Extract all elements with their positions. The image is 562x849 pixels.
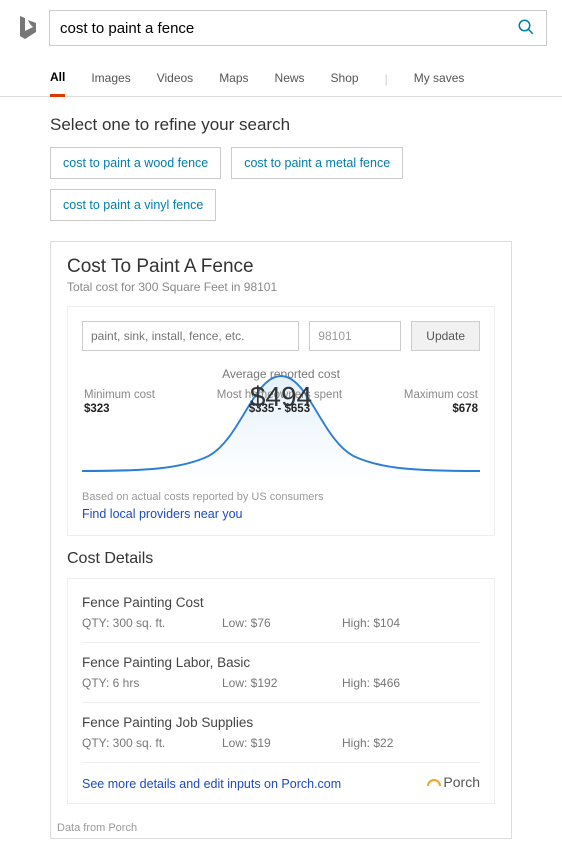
search-box — [49, 10, 547, 46]
refine-chips: cost to paint a wood fence cost to paint… — [50, 147, 512, 221]
search-input[interactable] — [50, 20, 506, 37]
cost-details-box: Fence Painting Cost QTY: 300 sq. ft. Low… — [67, 578, 495, 804]
search-tabs: All Images Videos Maps News Shop | My sa… — [0, 52, 562, 97]
search-icon — [517, 18, 535, 39]
detail-row: Fence Painting Labor, Basic QTY: 6 hrs L… — [82, 643, 480, 703]
detail-title: Fence Painting Labor, Basic — [82, 655, 480, 670]
detail-title: Fence Painting Cost — [82, 595, 480, 610]
tab-all[interactable]: All — [50, 62, 65, 97]
card-title: Cost To Paint A Fence — [67, 256, 495, 278]
tab-shop[interactable]: Shop — [331, 63, 359, 95]
find-providers-link[interactable]: Find local providers near you — [82, 507, 243, 521]
detail-title: Fence Painting Job Supplies — [82, 715, 480, 730]
detail-high: High: $22 — [342, 736, 393, 750]
card-subtitle: Total cost for 300 Square Feet in 98101 — [67, 280, 495, 294]
chip-wood-fence[interactable]: cost to paint a wood fence — [50, 147, 221, 179]
cost-details-heading: Cost Details — [67, 550, 495, 568]
refine-heading: Select one to refine your search — [50, 115, 512, 135]
detail-low: Low: $76 — [222, 616, 342, 630]
cost-card: Cost To Paint A Fence Total cost for 300… — [50, 241, 512, 839]
average-cost-value: $494 — [82, 381, 480, 413]
cost-widget: Update Average reported cost $494 Minimu… — [67, 306, 495, 536]
cost-footnote: Based on actual costs reported by US con… — [82, 491, 480, 503]
detail-row: Fence Painting Job Supplies QTY: 300 sq.… — [82, 703, 480, 763]
tab-separator: | — [385, 72, 388, 86]
porch-logo-text: Porch — [443, 774, 480, 790]
detail-row: Fence Painting Cost QTY: 300 sq. ft. Low… — [82, 583, 480, 643]
porch-more-link[interactable]: See more details and edit inputs on Porc… — [82, 777, 341, 791]
detail-qty: QTY: 6 hrs — [82, 676, 222, 690]
tab-maps[interactable]: Maps — [219, 63, 248, 95]
detail-low: Low: $19 — [222, 736, 342, 750]
card-footer: Data from Porch — [51, 818, 511, 838]
detail-high: High: $466 — [342, 676, 400, 690]
tab-videos[interactable]: Videos — [157, 63, 193, 95]
detail-qty: QTY: 300 sq. ft. — [82, 616, 222, 630]
tab-news[interactable]: News — [275, 63, 305, 95]
chip-metal-fence[interactable]: cost to paint a metal fence — [231, 147, 403, 179]
detail-high: High: $104 — [342, 616, 400, 630]
porch-arc-icon — [427, 774, 441, 790]
detail-qty: QTY: 300 sq. ft. — [82, 736, 222, 750]
chip-vinyl-fence[interactable]: cost to paint a vinyl fence — [50, 189, 216, 221]
porch-logo[interactable]: Porch — [427, 774, 480, 790]
tab-images[interactable]: Images — [91, 63, 130, 95]
tab-mysaves[interactable]: My saves — [414, 63, 465, 95]
search-button[interactable] — [506, 10, 546, 46]
bing-logo[interactable] — [15, 14, 39, 42]
detail-low: Low: $192 — [222, 676, 342, 690]
